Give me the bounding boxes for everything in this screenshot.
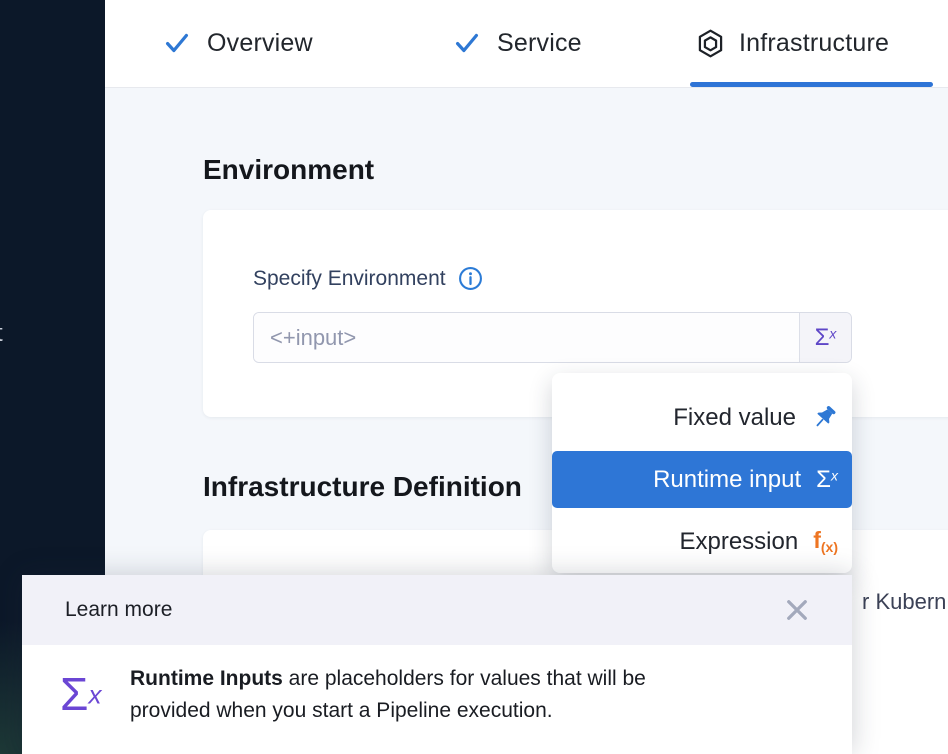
active-tab-underline: [690, 82, 933, 87]
environment-input[interactable]: [254, 313, 799, 362]
sigma-icon: Σx: [815, 324, 837, 352]
info-icon[interactable]: [458, 266, 483, 291]
learn-more-popup: Learn more Σx Runtime Inputs are placeho…: [22, 575, 852, 754]
runtime-sigma-icon: Σx: [816, 466, 838, 494]
runtime-input-toggle-button[interactable]: Σx: [799, 313, 851, 362]
check-icon: [452, 28, 482, 58]
runtime-sigma-icon-large: Σx: [60, 667, 101, 721]
learn-more-header: Learn more: [22, 575, 852, 645]
environment-input-group: Σx: [253, 312, 852, 363]
close-icon[interactable]: [784, 597, 810, 623]
tab-overview[interactable]: Overview: [162, 0, 313, 86]
menu-item-expression[interactable]: Expression f(x): [552, 513, 852, 570]
kubernetes-partial-text: r Kubern: [862, 589, 946, 615]
learn-more-title: Learn more: [65, 598, 172, 622]
menu-item-runtime-input[interactable]: Runtime input Σx: [552, 451, 852, 508]
sidebar-partial-label: t: [0, 320, 3, 348]
tab-service-label: Service: [497, 29, 582, 58]
stage-tabbar: Overview Service Infrastructure: [105, 0, 948, 88]
tab-overview-label: Overview: [207, 29, 313, 58]
tab-infrastructure[interactable]: Infrastructure: [697, 0, 889, 86]
pin-icon: [805, 398, 843, 436]
check-icon: [162, 28, 192, 58]
learn-more-body: Σx Runtime Inputs are placeholders for v…: [22, 645, 852, 754]
learn-more-text: Runtime Inputs are placeholders for valu…: [130, 663, 810, 727]
value-type-dropdown: Fixed value Runtime input Σx Expression …: [552, 373, 852, 573]
hexagon-icon: [697, 29, 724, 58]
tab-service[interactable]: Service: [452, 0, 582, 86]
expression-fx-icon: f(x): [813, 527, 838, 555]
environment-section-title: Environment: [203, 154, 374, 186]
tab-infrastructure-label: Infrastructure: [739, 29, 889, 58]
menu-item-fixed-value[interactable]: Fixed value: [552, 389, 852, 446]
infrastructure-definition-title: Infrastructure Definition: [203, 471, 522, 503]
specify-environment-label: Specify Environment: [253, 267, 446, 291]
